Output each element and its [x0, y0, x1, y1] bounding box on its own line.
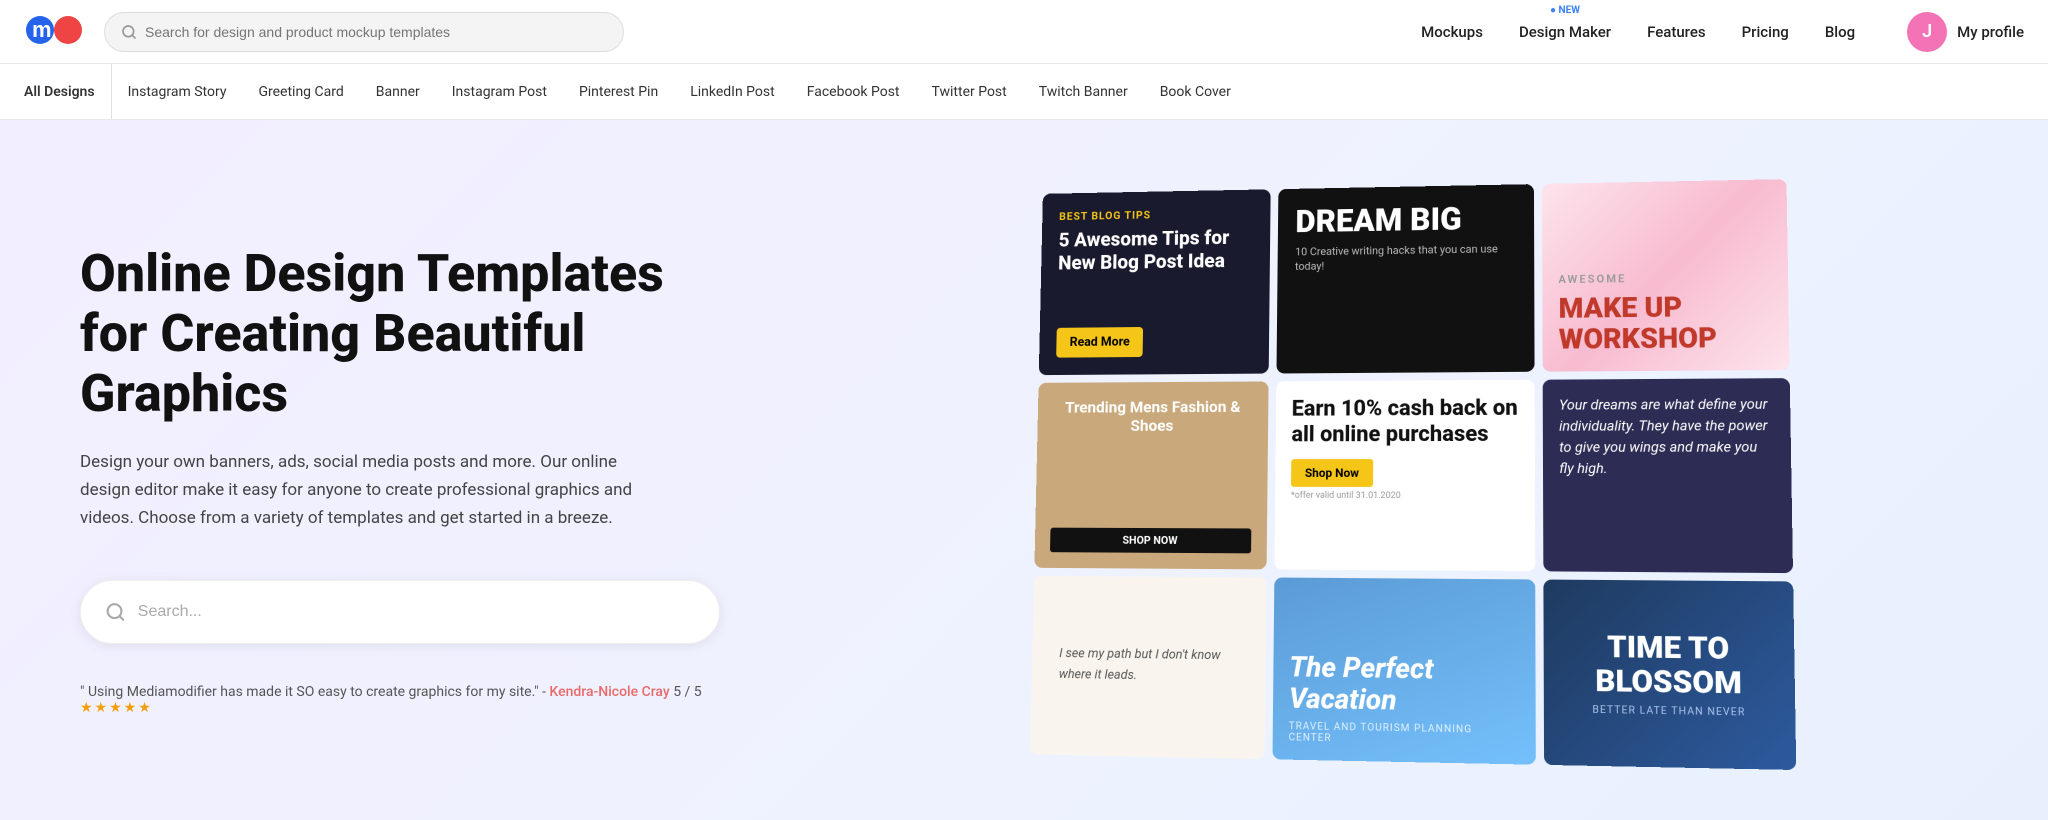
tile-vacation: The Perfect Vacation TRAVEL AND TOURISM …: [1272, 577, 1535, 764]
tile-5-headline: Earn 10% cash back on all online purchas…: [1291, 396, 1518, 449]
profile-name: My profile: [1957, 23, 2024, 41]
sub-nav-twitch-banner[interactable]: Twitch Banner: [1023, 64, 1144, 120]
tile-fashion: Trending Mens Fashion & Shoes SHOP NOW: [1034, 381, 1268, 569]
tile-1-button[interactable]: Read More: [1056, 327, 1143, 358]
tile-dream-big: DREAM BIG 10 Creative writing hacks that…: [1276, 184, 1534, 373]
tile-4-title: Trending Mens Fashion & Shoes: [1053, 397, 1253, 435]
tile-3-headline: MAKE UP WORKSHOP: [1559, 292, 1773, 356]
tile-4-button[interactable]: SHOP NOW: [1050, 528, 1251, 554]
sub-nav-linkedin-post[interactable]: LinkedIn Post: [674, 64, 791, 120]
mosaic: BEST BLOG TIPS 5 Awesome Tips for New Bl…: [1030, 179, 1796, 770]
sub-nav-greeting-card[interactable]: Greeting Card: [242, 64, 359, 120]
tile-blog-tips: BEST BLOG TIPS 5 Awesome Tips for New Bl…: [1039, 189, 1271, 375]
sub-nav-instagram-story[interactable]: Instagram Story: [112, 64, 243, 120]
avatar: J: [1907, 12, 1947, 52]
header-search-bar[interactable]: [104, 12, 624, 52]
tile-quote: Your dreams are what define your individ…: [1543, 378, 1793, 573]
search-input[interactable]: [145, 24, 607, 40]
testimonial: " Using Mediamodifier has made it SO eas…: [80, 684, 720, 716]
tile-8-headline: The Perfect Vacation: [1289, 652, 1519, 718]
tile-2-headline: DREAM BIG: [1295, 202, 1516, 237]
sub-nav-instagram-post[interactable]: Instagram Post: [436, 64, 563, 120]
header: m Mockups Design Maker Features Pricing …: [0, 0, 2048, 64]
nav-item-pricing[interactable]: Pricing: [1742, 23, 1789, 41]
nav-item-features[interactable]: Features: [1647, 23, 1705, 41]
nav-item-design-maker[interactable]: Design Maker: [1519, 23, 1611, 41]
testimonial-quote: " Using Mediamodifier has made it SO eas…: [80, 684, 546, 700]
main-nav: Mockups Design Maker Features Pricing Bl…: [1421, 12, 2024, 52]
search-icon: [121, 24, 137, 40]
hero-section: Online Design Templates for Creating Bea…: [0, 120, 2048, 820]
sub-nav-pinterest-pin[interactable]: Pinterest Pin: [563, 64, 674, 120]
tile-path: I see my path but I don't know where it …: [1030, 576, 1266, 760]
hero-search-bar[interactable]: [80, 580, 720, 644]
sub-nav-twitter-post[interactable]: Twitter Post: [916, 64, 1023, 120]
sub-nav-all-designs[interactable]: All Designs: [24, 64, 112, 120]
testimonial-rating: 5 / 5: [673, 684, 701, 700]
tile-blossom: TIME TO BLOSSOM BETTER LATE THAN NEVER: [1543, 580, 1796, 771]
sub-nav-facebook-post[interactable]: Facebook Post: [791, 64, 916, 120]
hero-left: Online Design Templates for Creating Bea…: [0, 120, 780, 820]
hero-right: BEST BLOG TIPS 5 Awesome Tips for New Bl…: [780, 120, 2048, 820]
nav-item-mockups[interactable]: Mockups: [1421, 23, 1483, 41]
tile-5-button[interactable]: Shop Now: [1291, 459, 1373, 487]
tile-7-text: I see my path but I don't know where it …: [1047, 632, 1250, 701]
profile-area[interactable]: J My profile: [1907, 12, 2024, 52]
logo[interactable]: m: [24, 10, 104, 54]
hero-description: Design your own banners, ads, social med…: [80, 448, 660, 532]
tile-1-title: 5 Awesome Tips for New Blog Post Idea: [1058, 225, 1253, 274]
tile-cashback: Earn 10% cash back on all online purchas…: [1274, 380, 1535, 572]
svg-text:m: m: [32, 17, 52, 42]
sub-nav: All Designs Instagram Story Greeting Car…: [0, 64, 2048, 120]
hero-search-input[interactable]: [138, 603, 695, 621]
sub-nav-banner[interactable]: Banner: [360, 64, 436, 120]
testimonial-stars: ★★★★★: [80, 700, 153, 716]
testimonial-author: Kendra-Nicole Cray: [549, 684, 669, 700]
tile-5-note: *offer valid until 31.01.2020: [1291, 491, 1519, 501]
hero-title: Online Design Templates for Creating Bea…: [80, 244, 720, 423]
hero-search-icon: [105, 601, 126, 623]
tile-8-sub: TRAVEL AND TOURISM PLANNING CENTER: [1289, 721, 1520, 748]
tile-9-headline: TIME TO BLOSSOM: [1560, 629, 1778, 700]
tile-2-subtext: 10 Creative writing hacks that you can u…: [1295, 241, 1516, 274]
tile-makeup: AWESOME MAKE UP WORKSHOP: [1542, 179, 1790, 372]
tile-6-quote: Your dreams are what define your individ…: [1559, 394, 1775, 480]
sub-nav-book-cover[interactable]: Book Cover: [1144, 64, 1247, 120]
nav-item-blog[interactable]: Blog: [1825, 23, 1855, 41]
